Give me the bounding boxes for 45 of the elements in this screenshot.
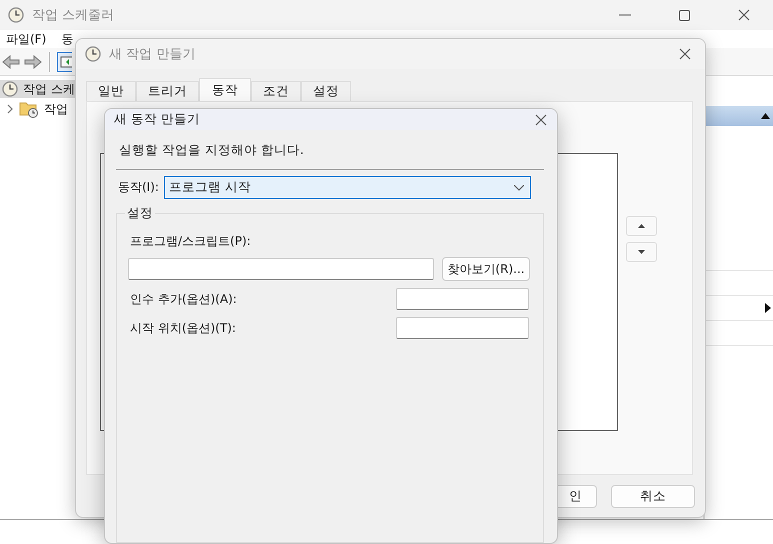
menu-item[interactable]: 파일(F) <box>6 30 46 48</box>
submenu-arrow-icon[interactable] <box>765 303 771 313</box>
close-icon[interactable] <box>535 114 547 126</box>
collapse-arrow-icon[interactable] <box>761 113 770 119</box>
dialog-button[interactable]: 인 <box>558 485 597 508</box>
field-label: 인수 추가(옵션)(A): <box>130 290 237 308</box>
input-field[interactable] <box>128 258 434 280</box>
back-arrow-icon[interactable] <box>2 54 20 68</box>
move-down-button[interactable] <box>626 242 657 262</box>
folder-clock-icon <box>19 100 39 118</box>
clock-icon <box>2 81 18 97</box>
instruction-text: 실행할 작업을 지정해야 합니다. <box>118 142 305 159</box>
chevron-right-icon[interactable] <box>6 104 14 114</box>
field-label: 시작 위치(옵션)(T): <box>130 320 236 336</box>
window-title: 작업 스케줄러 <box>32 7 116 24</box>
minimize-icon[interactable] <box>619 14 631 16</box>
forward-arrow-icon[interactable] <box>24 54 42 68</box>
input-field[interactable] <box>396 317 529 339</box>
panel-icon[interactable] <box>57 52 72 72</box>
down-triangle-icon <box>638 250 645 254</box>
tab[interactable]: 일반 <box>86 81 136 101</box>
browse-button[interactable]: 찾아보기(R)... <box>442 257 530 281</box>
tab[interactable]: 트리거 <box>136 81 199 101</box>
tab[interactable]: 설정 <box>301 81 351 101</box>
chevron-down-icon[interactable] <box>514 184 524 190</box>
field-label: 프로그램/스크립트(P): <box>129 234 251 248</box>
close-icon[interactable] <box>738 9 750 21</box>
dialog-title: 새 작업 만들기 <box>109 46 196 63</box>
tree-item[interactable]: 작업 <box>0 100 70 118</box>
clock-icon <box>8 7 24 23</box>
clock-icon <box>85 46 101 62</box>
dialog-title: 새 동작 만들기 <box>114 111 201 128</box>
dialog-button[interactable]: 취소 <box>611 485 695 508</box>
field-label: 동작(I): <box>118 179 159 196</box>
input-field[interactable] <box>396 288 529 310</box>
tab[interactable]: 동작 <box>199 78 251 101</box>
action-dropdown[interactable]: 프로그램 시작 <box>164 176 531 199</box>
tree-item[interactable]: 작업 스케 <box>0 80 77 98</box>
group-title: 설정 <box>125 205 155 222</box>
tab[interactable]: 조건 <box>251 81 301 101</box>
move-up-button[interactable] <box>626 216 657 236</box>
up-triangle-icon <box>638 224 645 228</box>
menu-item[interactable]: 동 <box>61 30 74 48</box>
maximize-icon[interactable] <box>679 10 690 20</box>
close-icon[interactable] <box>679 48 691 60</box>
